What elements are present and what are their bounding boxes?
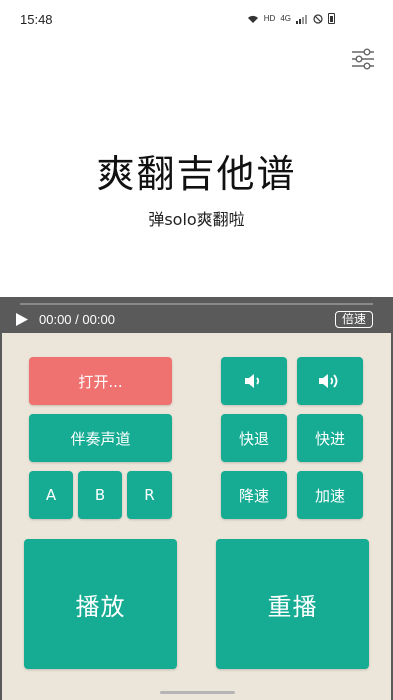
accompaniment-channel-button[interactable]: 伴奏声道	[29, 414, 172, 462]
a-label: A	[45, 486, 57, 504]
a-point-button[interactable]: A	[29, 471, 73, 519]
time-separator: /	[75, 312, 79, 327]
current-time: 00:00	[39, 312, 72, 327]
status-bar: 15:48 HD 4G	[0, 0, 393, 40]
replay-label: 重播	[267, 592, 318, 621]
speed-up-label: 加速	[314, 486, 345, 505]
speed-button[interactable]: 倍速	[335, 311, 373, 328]
time-display: 00:00 / 00:00	[39, 312, 115, 327]
status-time: 15:48	[20, 12, 53, 27]
r-label: R	[144, 486, 155, 504]
b-label: B	[94, 486, 106, 504]
replay-button[interactable]: 重播	[216, 539, 369, 669]
forward-label: 快进	[314, 429, 345, 448]
play-label: 播放	[75, 592, 126, 621]
slow-down-button[interactable]: 降速	[221, 471, 287, 519]
sliders-icon[interactable]	[351, 48, 375, 70]
open-button[interactable]: 打开...	[29, 357, 172, 405]
volume-down-icon	[245, 374, 260, 388]
progress-track[interactable]	[20, 303, 373, 305]
open-button-label: 打开...	[78, 372, 123, 391]
play-icon[interactable]	[14, 312, 30, 327]
rewind-button[interactable]: 快退	[221, 414, 287, 462]
player-bar: 00:00 / 00:00 倍速	[0, 297, 393, 333]
app-title: 爽翻吉他谱	[96, 152, 297, 196]
rewind-label: 快退	[238, 429, 269, 448]
wifi-icon	[247, 15, 258, 23]
play-button[interactable]: 播放	[24, 539, 177, 669]
total-time: 00:00	[82, 312, 115, 327]
network-label: 4G	[280, 14, 291, 23]
accompaniment-label: 伴奏声道	[70, 429, 131, 448]
speed-up-button[interactable]: 加速	[297, 471, 363, 519]
slow-down-label: 降速	[238, 486, 269, 505]
b-point-button[interactable]: B	[78, 471, 122, 519]
forward-button[interactable]: 快进	[297, 414, 363, 462]
signal-icon	[296, 14, 307, 24]
navigation-handle[interactable]	[160, 691, 235, 694]
hd-label: HD	[263, 14, 276, 23]
volume-up-button[interactable]	[297, 357, 363, 405]
dnd-icon	[313, 13, 323, 24]
volume-down-button[interactable]	[221, 357, 287, 405]
status-icons: HD 4G	[247, 13, 335, 24]
repeat-button[interactable]: R	[127, 471, 172, 519]
battery-icon	[328, 13, 335, 24]
volume-up-icon	[319, 374, 338, 388]
app-subtitle: 弹solo爽翻啦	[148, 210, 245, 229]
